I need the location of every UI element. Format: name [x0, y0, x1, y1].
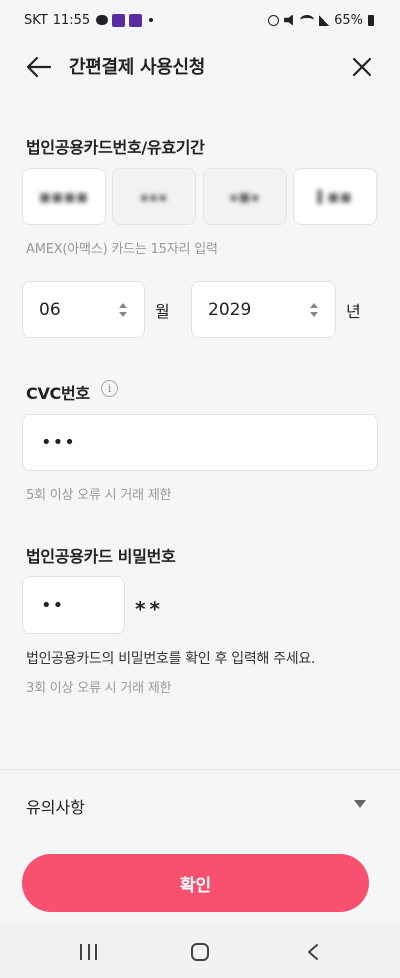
- recent-apps-icon[interactable]: [80, 944, 97, 960]
- card-number-hint: AMEX(아맥스) 카드는 15자리 입력: [26, 242, 218, 257]
- card-number-field-4[interactable]: ▌■■: [293, 168, 377, 225]
- expiry-month-select[interactable]: 06: [22, 281, 145, 338]
- expiry-year-unit: 년: [346, 302, 361, 321]
- updown-chevron-icon: [310, 303, 318, 317]
- expiry-month-value: 06: [39, 299, 61, 320]
- card-number-field-2-masked: ▪▪▪: [140, 189, 168, 204]
- password-notice: 법인공용카드의 비밀번호를 확인 후 입력해 주세요.: [26, 651, 316, 667]
- card-number-field-3[interactable]: ▪■▪: [203, 168, 287, 225]
- chat-notification-icon: [96, 15, 109, 25]
- card-number-field-1-masked: ■■■■: [39, 189, 89, 204]
- status-bar: SKT 11:55 65%: [0, 0, 400, 40]
- expiry-year-value: 2029: [208, 299, 252, 320]
- app-header: 간편결제 사용신청: [0, 40, 400, 94]
- mute-icon: [284, 14, 293, 26]
- expiry-year-select[interactable]: 2029: [191, 281, 336, 338]
- cvc-label: CVC번호: [26, 384, 90, 403]
- wifi-icon: [300, 15, 315, 25]
- card-number-field-4-masked: ▌■■: [317, 189, 353, 204]
- app-notification-icon: [112, 13, 126, 27]
- home-icon[interactable]: [191, 943, 209, 961]
- page-title: 간편결제 사용신청: [69, 57, 206, 78]
- caret-down-icon: [354, 800, 366, 808]
- back-arrow-icon[interactable]: [26, 55, 52, 79]
- battery-percent: 65%: [334, 12, 363, 28]
- updown-chevron-icon: [119, 303, 127, 317]
- nav-back-icon[interactable]: [306, 943, 320, 961]
- expiry-month-unit: 월: [155, 302, 170, 321]
- password-label: 법인공용카드 비밀번호: [26, 547, 176, 566]
- cvc-hint: 5회 이상 오류 시 거래 제한: [26, 488, 172, 503]
- password-input[interactable]: ••: [22, 576, 125, 634]
- caution-label: 유의사항: [26, 798, 85, 817]
- close-icon[interactable]: [350, 55, 374, 79]
- status-right: 65%: [268, 13, 374, 28]
- caution-accordion[interactable]: 유의사항: [0, 770, 400, 840]
- card-number-field-3-masked: ▪■▪: [229, 189, 261, 204]
- password-masked-suffix: **: [135, 597, 164, 621]
- card-number-field-1[interactable]: ■■■■: [22, 168, 106, 225]
- carrier-label: SKT: [24, 12, 48, 28]
- password-input-value: ••: [41, 594, 65, 616]
- cvc-input[interactable]: •••: [22, 414, 378, 471]
- password-hint: 3회 이상 오류 시 거래 제한: [26, 681, 172, 696]
- signal-icon: [319, 14, 330, 26]
- more-notifications-icon: [149, 18, 154, 22]
- card-number-field-2[interactable]: ▪▪▪: [112, 168, 196, 225]
- app-notification-icon-2: [129, 13, 143, 27]
- card-number-label: 법인공용카드번호/유효기간: [26, 138, 205, 157]
- system-nav-bar: [0, 925, 400, 978]
- battery-icon: [368, 14, 374, 26]
- status-time: 11:55: [52, 12, 91, 28]
- cvc-input-value: •••: [41, 432, 76, 453]
- info-icon[interactable]: i: [101, 380, 118, 397]
- confirm-button[interactable]: 확인: [22, 854, 369, 912]
- alarm-icon: [268, 14, 280, 26]
